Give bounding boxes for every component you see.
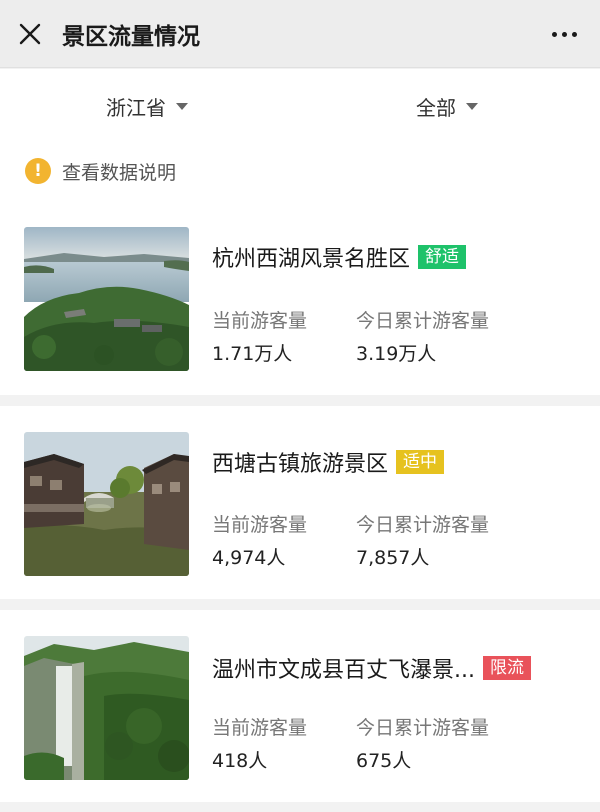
data-notice-row[interactable]: ! 查看数据说明 (0, 143, 600, 199)
scenic-spot-photo (24, 636, 189, 780)
today-visitors-value: 675人 (356, 750, 412, 772)
more-icon-dot (561, 31, 567, 37)
scenic-spot-name: 杭州西湖风景名胜区 (212, 247, 411, 272)
scenic-spot-name-row: 杭州西湖风景名胜区 舒适 (212, 241, 467, 273)
today-visitors-block: 今日累计游客量 7,857人 (356, 510, 489, 570)
caret-down-icon (466, 102, 478, 110)
today-visitors-value: 3.19万人 (356, 343, 437, 365)
scenic-spot-name: 西塘古镇旅游景区 (212, 452, 389, 477)
current-visitors-block: 当前游客量 4,974人 (212, 510, 307, 570)
close-icon (19, 23, 41, 44)
scenic-spot-name: 温州市文成县百丈飞瀑景... (212, 658, 475, 683)
crowd-status-badge: 适中 (396, 450, 445, 474)
today-visitors-label: 今日累计游客量 (356, 310, 490, 332)
more-icon-dot (551, 31, 557, 37)
scenic-spot-name-row: 西塘古镇旅游景区 适中 (212, 446, 445, 478)
warning-icon: ! (25, 158, 51, 184)
crowd-status-badge: 限流 (482, 656, 531, 680)
more-icon-dot (571, 31, 577, 37)
current-visitors-block: 当前游客量 418人 (212, 713, 307, 773)
today-visitors-block: 今日累计游客量 3.19万人 (356, 306, 489, 366)
scenic-spot-photo (24, 227, 189, 371)
today-visitors-block: 今日累计游客量 675人 (356, 713, 489, 773)
current-visitors-label: 当前游客量 (212, 514, 308, 536)
today-visitors-label: 今日累计游客量 (356, 514, 490, 536)
current-visitors-label: 当前游客量 (212, 310, 308, 332)
filter-bar: 浙江省 全部 (0, 69, 600, 143)
province-filter-label: 浙江省 (106, 95, 166, 120)
scenic-spot-name-row: 温州市文成县百丈飞瀑景... 限流 (212, 652, 531, 684)
more-menu-button[interactable] (546, 18, 582, 50)
province-filter-dropdown[interactable]: 浙江省 (106, 91, 188, 121)
today-visitors-label: 今日累计游客量 (356, 717, 490, 739)
scope-filter-label: 全部 (416, 95, 456, 120)
current-visitors-value: 1.71万人 (212, 343, 293, 365)
today-visitors-value: 7,857人 (356, 547, 430, 569)
caret-down-icon (176, 102, 188, 110)
scenic-spot-card[interactable]: 西塘古镇旅游景区 适中 当前游客量 4,974人 今日累计游客量 7,857人 (0, 406, 600, 599)
current-visitors-value: 418人 (212, 750, 268, 772)
current-visitors-block: 当前游客量 1.71万人 (212, 306, 307, 366)
page-title: 景区流量情况 (62, 23, 200, 50)
current-visitors-value: 4,974人 (212, 547, 286, 569)
scenic-spot-card[interactable]: 温州市文成县百丈飞瀑景... 限流 当前游客量 418人 今日累计游客量 675… (0, 610, 600, 802)
scope-filter-dropdown[interactable]: 全部 (416, 91, 478, 121)
scenic-spot-card[interactable]: 杭州西湖风景名胜区 舒适 当前游客量 1.71万人 今日累计游客量 3.19万人 (0, 199, 600, 395)
crowd-status-badge: 舒适 (418, 245, 467, 269)
data-notice-link[interactable]: 查看数据说明 (62, 158, 176, 185)
title-bar: 景区流量情况 (0, 0, 600, 68)
scenic-spot-photo (24, 432, 189, 576)
current-visitors-label: 当前游客量 (212, 717, 308, 739)
close-button[interactable] (0, 0, 60, 68)
